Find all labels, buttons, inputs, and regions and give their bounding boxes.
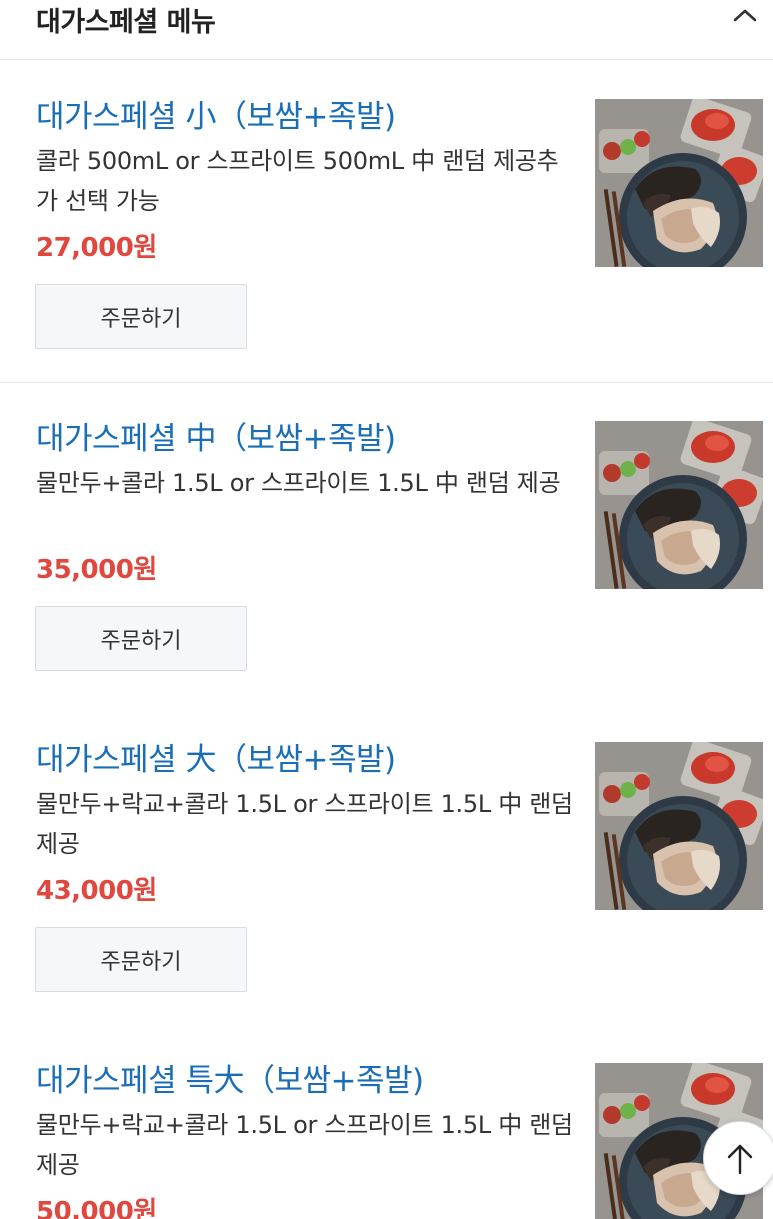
menu-item-price: 50,000원 xyxy=(36,1197,157,1219)
order-button[interactable]: 주문하기 xyxy=(35,927,247,992)
menu-item-photo[interactable] xyxy=(595,421,763,589)
menu-item-description: 콜라 500mL or 스프라이트 500mL 中 랜덤 제공추가 선택 가능 xyxy=(36,147,559,215)
menu-item-description: 물만두+콜라 1.5L or 스프라이트 1.5L 中 랜덤 제공 xyxy=(36,469,561,497)
arrow-up-icon xyxy=(727,1144,753,1175)
menu-item-name[interactable]: 대가스페셜 大（보쌈+족발) xyxy=(36,734,396,779)
section-header[interactable]: 대가스페셜 메뉴 xyxy=(0,0,773,60)
menu-item-photo[interactable] xyxy=(595,742,763,910)
menu-item[interactable]: 대가스페셜 大（보쌈+족발) 물만두+락교+콜라 1.5L or 스프라이트 1… xyxy=(0,704,773,1026)
menu-item-name[interactable]: 대가스페셜 특大（보쌈+족발) xyxy=(36,1055,424,1100)
menu-item-price: 43,000원 xyxy=(36,876,157,906)
menu-item-photo[interactable] xyxy=(595,99,763,267)
menu-item[interactable]: 대가스페셜 中（보쌈+족발) 물만두+콜라 1.5L or 스프라이트 1.5L… xyxy=(0,383,773,705)
chevron-up-icon xyxy=(733,9,757,22)
menu-item-name[interactable]: 대가스페셜 小（보쌈+족발) xyxy=(36,91,396,136)
collapse-button[interactable] xyxy=(725,0,765,30)
menu-item-price: 27,000원 xyxy=(36,233,157,263)
order-button[interactable]: 주문하기 xyxy=(35,284,247,349)
menu-item[interactable]: 대가스페셜 小（보쌈+족발) 콜라 500mL or 스프라이트 500mL 中… xyxy=(0,61,773,383)
menu-item-price: 35,000원 xyxy=(36,555,157,585)
menu-item-name[interactable]: 대가스페셜 中（보쌈+족발) xyxy=(36,413,396,458)
section-title: 대가스페셜 메뉴 xyxy=(36,7,216,38)
scroll-to-top-button[interactable] xyxy=(703,1121,773,1195)
order-button[interactable]: 주문하기 xyxy=(35,606,247,671)
menu-item-description: 물만두+락교+콜라 1.5L or 스프라이트 1.5L 中 랜덤 제공 xyxy=(36,790,573,858)
menu-item-description: 물만두+락교+콜라 1.5L or 스프라이트 1.5L 中 랜덤 제공 xyxy=(36,1111,573,1179)
menu-item[interactable]: 대가스페셜 특大（보쌈+족발) 물만두+락교+콜라 1.5L or 스프라이트 … xyxy=(0,1025,773,1219)
